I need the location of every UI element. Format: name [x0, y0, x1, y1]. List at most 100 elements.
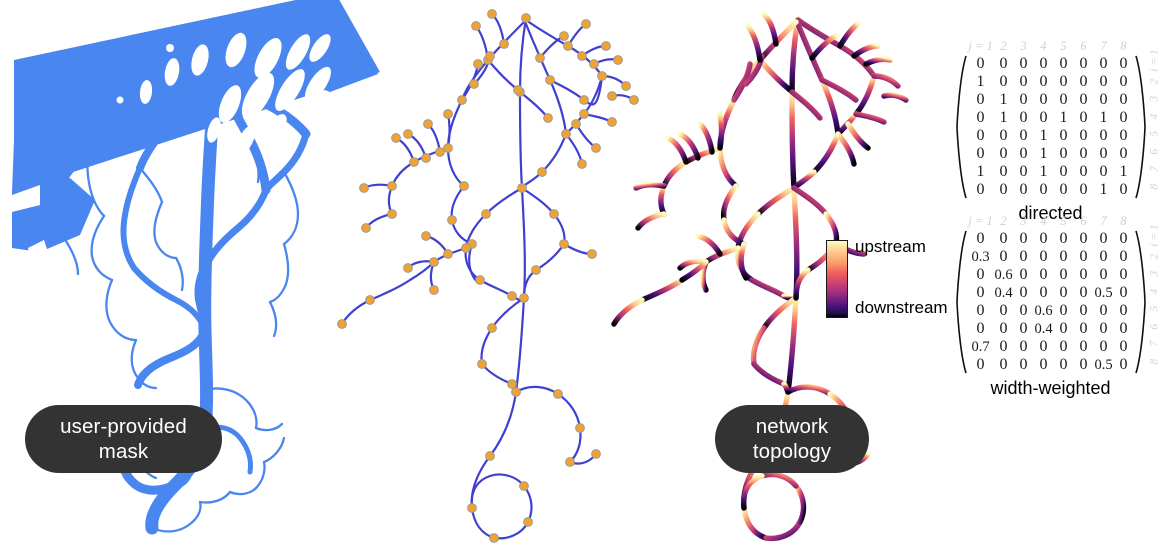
- matrix-cell: 0: [999, 55, 1008, 72]
- col-header: 3: [1020, 39, 1027, 53]
- matrix-row: 0 0.4 0 0 0 0 0.5 0: [968, 284, 1134, 302]
- matrix-row: 0 0.6 0 0 0 0 0 0: [968, 266, 1134, 284]
- matrix-cell: 0: [1079, 284, 1088, 301]
- matrix-cell: 0: [1059, 73, 1068, 90]
- matrix-cell: 0: [976, 55, 985, 72]
- matrix-cell: 1: [1039, 163, 1048, 180]
- directed-matrix-col-headers: j = 1 2 3 4 5 6 7 8: [968, 38, 1134, 55]
- matrix-cell: 0: [976, 302, 985, 319]
- matrix-cell: 0: [1119, 230, 1128, 247]
- colorbar-gradient-swatch: [826, 240, 848, 318]
- col-header: 8: [1120, 39, 1127, 53]
- matrix-cell: 0: [1079, 266, 1088, 283]
- matrix-cell: 1: [1099, 181, 1108, 198]
- matrix-row: 00000000: [968, 230, 1134, 248]
- matrix-cell: 0: [976, 356, 985, 373]
- row-index: 4: [1147, 113, 1160, 120]
- directed-adjacency-matrix: j = 1 2 3 4 5 6 7 8 00000000100000000100…: [968, 38, 1134, 199]
- matrix-cell: 0: [976, 181, 985, 198]
- matrix-cell: 0: [1059, 91, 1068, 108]
- topology-nodes: [337, 9, 639, 543]
- matrix-cell: 0: [1119, 320, 1128, 337]
- matrix-cell: 0: [1039, 109, 1048, 126]
- matrix-cell: 0: [1079, 109, 1088, 126]
- matrix-cell: 0: [976, 91, 985, 108]
- col-header: 5: [1060, 214, 1067, 228]
- matrix-cell: 0: [1079, 73, 1088, 90]
- matrix-row: 10010001: [968, 163, 1134, 181]
- row-index: i = 1: [1147, 49, 1160, 72]
- weighted-matrix-caption: width-weighted: [990, 378, 1111, 398]
- col-header: 5: [1060, 39, 1067, 53]
- weighted-matrix-col-headers: j = 1 2 3 4 5 6 7 8: [968, 213, 1134, 230]
- col-header: 4: [1040, 39, 1047, 53]
- matrix-cell: 0: [1099, 163, 1108, 180]
- matrix-cell: 0.6: [1034, 302, 1053, 319]
- matrix-cell: 0: [1099, 338, 1108, 355]
- matrix-cell: 0: [976, 127, 985, 144]
- matrix-cell: 0: [976, 266, 985, 283]
- matrix-cell: 0.7: [971, 338, 990, 355]
- matrix-cell: 0: [976, 320, 985, 337]
- matrix-cell: 0: [1059, 320, 1068, 337]
- matrix-cell: 0.4: [994, 284, 1013, 301]
- matrix-cell: 1: [999, 109, 1008, 126]
- matrix-cell: 0.5: [1094, 356, 1113, 373]
- matrix-cell: 0: [1059, 284, 1068, 301]
- matrix-row: 00000000: [968, 55, 1134, 73]
- matrix-cell: 0: [1019, 302, 1028, 319]
- matrix-cell: 0: [1119, 145, 1128, 162]
- matrix-cell: 0: [1019, 320, 1028, 337]
- matrix-row: 0 0 0 0 0 0 0.5 0: [968, 356, 1134, 374]
- matrix-cell: 0: [1119, 127, 1128, 144]
- matrix-cell: 0: [1119, 181, 1128, 198]
- matrix-cell: 0: [1059, 302, 1068, 319]
- matrix-cell: 0: [1099, 91, 1108, 108]
- width-weighted-matrix-block: j = 1 2 3 4 5 6 7 8 0 0 0 0 0 0 0 0 0.3 0 0 0 0 0 0 0 0 0…: [930, 213, 1171, 399]
- matrix-cell: 0: [1079, 230, 1088, 247]
- row-index: 3: [1147, 95, 1160, 102]
- matrix-cell: 0: [1119, 338, 1128, 355]
- colorbar-downstream-label: downstream: [855, 298, 948, 317]
- panel-network-topology: network topology: [330, 0, 869, 549]
- matrix-cell: 0: [1059, 338, 1068, 355]
- matrix-cell: 0: [1079, 248, 1088, 265]
- figure-canvas: user-provided mask network topology upst…: [0, 0, 1171, 549]
- matrix-cell: 0: [1079, 181, 1088, 198]
- matrix-cell: 0: [1079, 320, 1088, 337]
- matrix-cell: 0: [999, 248, 1008, 265]
- row-index: 2: [1147, 78, 1160, 85]
- panel-label-user-provided-mask: user-provided mask: [25, 405, 222, 473]
- col-header: 6: [1080, 39, 1087, 53]
- matrix-cell: 0: [1099, 302, 1108, 319]
- topology-graphic: [337, 9, 639, 543]
- matrix-cell: 0.4: [1034, 320, 1053, 337]
- colorbar-upstream-label: upstream: [855, 237, 926, 256]
- matrix-cell: 1: [1119, 163, 1128, 180]
- row-index: 6: [1147, 148, 1160, 155]
- matrix-cell: 0: [1019, 127, 1028, 144]
- left-bracket-directed: [955, 55, 967, 199]
- col-header: 2: [1000, 39, 1007, 53]
- matrix-cell: 0: [1019, 266, 1028, 283]
- matrix-cell: 0: [1119, 356, 1128, 373]
- matrix-cell: 0: [1119, 248, 1128, 265]
- col-header: j = 1: [968, 214, 993, 228]
- matrix-cell: 0: [999, 73, 1008, 90]
- col-header: 6: [1080, 214, 1087, 228]
- right-bracket-directed: [1134, 55, 1147, 199]
- matrix-cell: 0: [1039, 266, 1048, 283]
- matrix-row: 00000010: [968, 181, 1134, 199]
- row-index: 8: [1147, 183, 1160, 190]
- matrix-cell: 0: [1059, 356, 1068, 373]
- matrix-row: 01001010: [968, 109, 1134, 127]
- matrix-cell: 0: [1099, 320, 1108, 337]
- matrix-cell: 0: [1119, 91, 1128, 108]
- matrix-cell: 0: [1119, 266, 1128, 283]
- matrix-cell: 0: [1079, 302, 1088, 319]
- matrix-cell: 0: [1099, 230, 1108, 247]
- matrix-cell: 0: [1119, 284, 1128, 301]
- row-index: 7: [1147, 165, 1160, 172]
- matrix-cell: 0: [1039, 55, 1048, 72]
- row-index: i = 1: [1147, 224, 1160, 247]
